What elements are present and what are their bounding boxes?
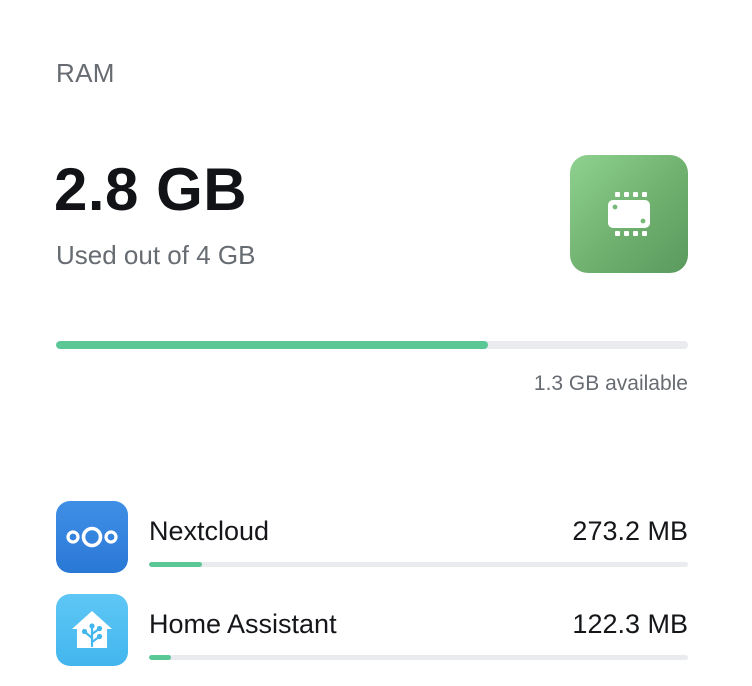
- ram-usage-progress-fill: [56, 341, 488, 349]
- available-ram-text: 1.3 GB available: [533, 372, 688, 395]
- ram-usage-progress-bar: [56, 341, 688, 349]
- app-usage-fill: [149, 655, 171, 660]
- app-memory-size: 122.3 MB: [572, 609, 688, 639]
- ram-chip-icon: [570, 155, 688, 273]
- app-memory-size: 273.2 MB: [572, 516, 688, 546]
- app-usage-bar: [149, 655, 688, 660]
- nextcloud-logo-icon: [56, 501, 128, 573]
- app-usage-bar: [149, 562, 688, 567]
- used-ram-value: 2.8 GB: [54, 156, 248, 223]
- app-row-nextcloud[interactable]: Nextcloud 273.2 MB: [56, 501, 688, 573]
- app-usage-fill: [149, 562, 202, 567]
- used-ram-caption: Used out of 4 GB: [56, 240, 256, 270]
- ram-usage-card: RAM 2.8 GB Used out of 4 GB 1.3 GB avail…: [0, 0, 752, 686]
- home-assistant-logo-icon: [56, 594, 128, 666]
- app-name: Nextcloud: [149, 516, 270, 546]
- app-row-home-assistant[interactable]: Home Assistant 122.3 MB: [56, 594, 688, 666]
- app-name: Home Assistant: [149, 609, 337, 639]
- section-title: RAM: [56, 58, 115, 88]
